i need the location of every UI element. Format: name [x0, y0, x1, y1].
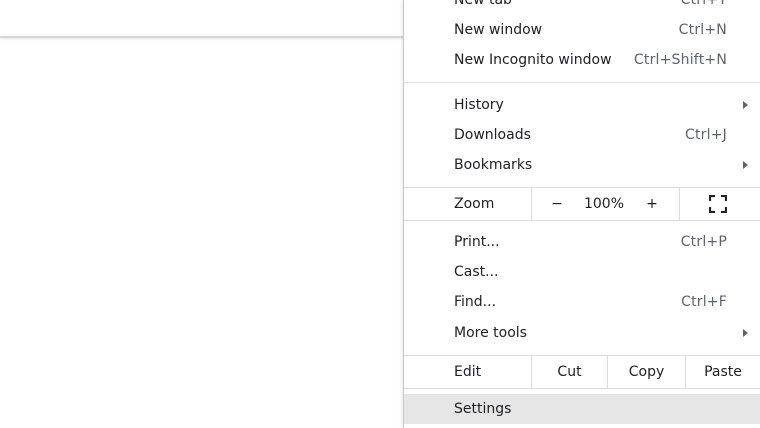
menu-item-label: History: [454, 97, 504, 113]
menu-separator: [404, 82, 760, 83]
menu-item-label: New window: [454, 22, 543, 38]
submenu-arrow-icon: [743, 161, 748, 169]
edit-label: Edit: [454, 364, 482, 380]
menu-item-shortcut: Ctrl+Shift+N: [633, 52, 727, 68]
menu-item-shortcut: Ctrl+F: [681, 294, 727, 310]
menu-item-shortcut: Ctrl+J: [685, 127, 727, 143]
submenu-arrow-icon: [743, 329, 748, 337]
menu-item-shortcut: Ctrl+N: [678, 22, 727, 38]
menu-item-label: Settings: [454, 401, 512, 417]
menu-item-more-tools[interactable]: More tools: [404, 318, 760, 348]
paste-button[interactable]: Paste: [686, 356, 760, 388]
menu-item-settings[interactable]: Settings: [404, 394, 760, 424]
zoom-level-value: 100%: [583, 196, 625, 212]
menu-item-label: New tab: [454, 0, 512, 8]
menu-item-shortcut: Ctrl+P: [680, 234, 727, 250]
zoom-in-button[interactable]: +: [639, 188, 665, 220]
menu-item-label: More tools: [454, 325, 527, 341]
toolbar-bottom-edge: [0, 36, 404, 38]
menu-item-cast[interactable]: Cast...: [404, 257, 760, 287]
menu-item-print[interactable]: Print... Ctrl+P: [404, 227, 760, 257]
edit-row: Edit Cut Copy Paste: [404, 355, 760, 389]
zoom-divider: [679, 188, 680, 220]
menu-item-shortcut: Ctrl+T: [680, 0, 727, 8]
copy-button[interactable]: Copy: [608, 356, 685, 388]
cut-button[interactable]: Cut: [532, 356, 607, 388]
chrome-main-menu: New tab Ctrl+T New window Ctrl+N New Inc…: [403, 0, 760, 428]
menu-item-label: Bookmarks: [454, 157, 533, 173]
menu-item-label: New Incognito window: [454, 52, 612, 68]
zoom-divider: [531, 188, 532, 220]
zoom-label: Zoom: [454, 196, 495, 212]
menu-item-label: Cast...: [454, 264, 499, 280]
menu-item-label: Downloads: [454, 127, 531, 143]
menu-item-label: Print...: [454, 234, 500, 250]
menu-item-bookmarks[interactable]: Bookmarks: [404, 150, 760, 180]
menu-item-new-window[interactable]: New window Ctrl+N: [404, 15, 760, 45]
fullscreen-icon[interactable]: [709, 195, 727, 213]
menu-item-downloads[interactable]: Downloads Ctrl+J: [404, 120, 760, 150]
menu-item-new-incognito-window[interactable]: New Incognito window Ctrl+Shift+N: [404, 45, 760, 75]
menu-item-label: Find...: [454, 294, 497, 310]
submenu-arrow-icon: [743, 101, 748, 109]
zoom-out-button[interactable]: −: [544, 188, 570, 220]
zoom-row: Zoom − 100% +: [404, 187, 760, 221]
menu-item-history[interactable]: History: [404, 90, 760, 120]
menu-item-find[interactable]: Find... Ctrl+F: [404, 287, 760, 317]
menu-item-new-tab[interactable]: New tab Ctrl+T: [404, 0, 760, 15]
